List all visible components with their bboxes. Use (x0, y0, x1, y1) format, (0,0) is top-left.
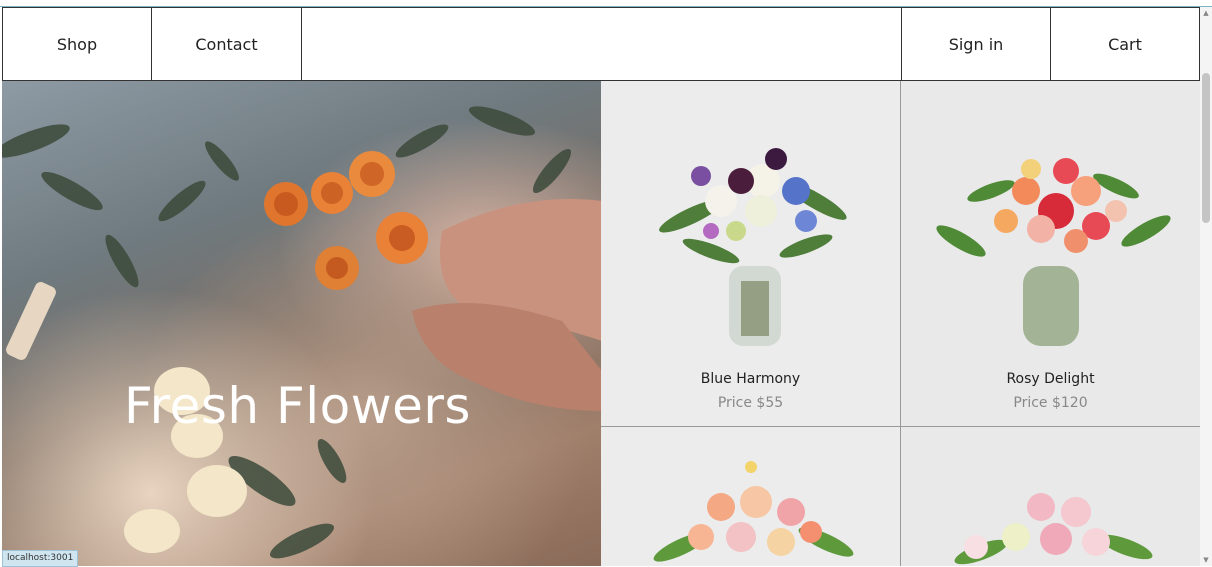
nav-cart-link[interactable]: Cart (1051, 8, 1199, 80)
hero-title: Fresh Flowers (124, 377, 471, 435)
product-name: Blue Harmony (700, 371, 801, 387)
nav-signin-link[interactable]: Sign in (902, 8, 1051, 80)
top-nav: Shop Contact Sign in Cart (2, 7, 1200, 81)
product-card[interactable] (601, 427, 901, 566)
product-price: Price $55 (717, 395, 784, 411)
product-card[interactable]: Rosy Delight Price $120 (901, 81, 1200, 427)
bouquet-image (653, 461, 854, 562)
status-bar-url: localhost:3001 (2, 550, 79, 567)
product-card[interactable] (901, 427, 1200, 566)
window-top-edge (0, 0, 1212, 7)
vertical-scrollbar[interactable]: ▲ ▼ (1200, 7, 1212, 566)
nav-spacer (302, 8, 902, 80)
nav-shop-link[interactable]: Shop (3, 8, 152, 80)
nav-contact-link[interactable]: Contact (152, 8, 302, 80)
product-card[interactable]: Blue Harmony Price $55 (601, 81, 901, 427)
scrollbar-thumb[interactable] (1202, 73, 1210, 223)
product-name: Rosy Delight (1006, 371, 1095, 387)
scroll-down-arrow-icon[interactable]: ▼ (1200, 554, 1212, 566)
hero-banner: Fresh Flowers (2, 81, 601, 566)
hero-flower-photo (2, 106, 601, 559)
bouquet-image (954, 493, 1153, 565)
product-price: Price $120 (1013, 395, 1088, 411)
scroll-up-arrow-icon[interactable]: ▲ (1200, 7, 1212, 19)
